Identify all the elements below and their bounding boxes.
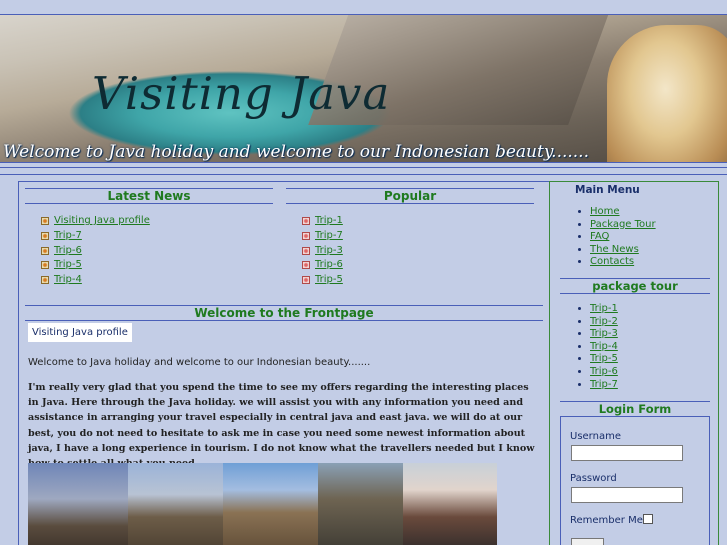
latest-news-box: Latest News Visiting Java profile Trip-7…: [25, 188, 273, 288]
menu-link-faq[interactable]: FAQ: [590, 231, 609, 242]
menu-item: Trip-2: [590, 316, 618, 329]
bullet-icon: [41, 231, 49, 240]
main-menu-list: Home Package Tour FAQ The News Contacts: [578, 206, 656, 269]
menu-item: Home: [590, 206, 656, 219]
list-item: Trip-6: [41, 244, 273, 259]
menu-item: The News: [590, 244, 656, 257]
bullet-icon: [41, 217, 49, 225]
package-link-trip-2[interactable]: Trip-2: [590, 316, 618, 327]
popular-heading: Popular: [286, 188, 534, 204]
news-link-trip-6[interactable]: Trip-6: [54, 245, 82, 256]
list-item: Trip-6: [302, 258, 534, 273]
photo-becak-street: [318, 463, 403, 545]
news-link-trip-7[interactable]: Trip-7: [54, 230, 82, 241]
menu-item: Trip-1: [590, 303, 618, 316]
menu-item: Trip-7: [590, 379, 618, 392]
list-item: Trip-5: [41, 258, 273, 273]
package-tour-heading: package tour: [560, 278, 710, 294]
latest-news-heading: Latest News: [25, 188, 273, 204]
bullet-icon: [41, 276, 49, 285]
menu-item: Trip-3: [590, 328, 618, 341]
list-item: Trip-1: [302, 214, 534, 229]
password-field[interactable]: [571, 487, 683, 503]
bullet-icon: [41, 261, 49, 270]
divider: [0, 174, 727, 175]
login-form: Username Password Remember Me: [560, 417, 710, 545]
site-title: Visiting Java: [92, 67, 391, 120]
list-item: Trip-7: [41, 229, 273, 244]
popular-link-trip-5[interactable]: Trip-5: [315, 274, 343, 285]
package-tour-list: Trip-1 Trip-2 Trip-3 Trip-4 Trip-5 Trip-…: [578, 303, 618, 391]
news-link-visiting-java-profile[interactable]: Visiting Java profile: [54, 215, 150, 226]
package-link-trip-4[interactable]: Trip-4: [590, 341, 618, 352]
right-sidebar: Main Menu Home Package Tour FAQ The News…: [549, 181, 719, 545]
bullet-icon: [302, 217, 310, 225]
divider: [0, 167, 727, 168]
list-item: Trip-4: [41, 273, 273, 288]
bullet-icon: [302, 261, 310, 270]
latest-news-list: Visiting Java profile Trip-7 Trip-6 Trip…: [25, 214, 273, 288]
menu-link-package-tour[interactable]: Package Tour: [590, 219, 656, 230]
menu-link-the-news[interactable]: The News: [590, 244, 639, 255]
photo-borobudur-stupas: [128, 463, 223, 545]
article-tab[interactable]: Visiting Java profile: [28, 323, 132, 342]
menu-link-home[interactable]: Home: [590, 206, 620, 217]
username-field[interactable]: [571, 445, 683, 461]
list-item: Trip-5: [302, 273, 534, 288]
menu-item: Contacts: [590, 256, 656, 269]
list-item: Trip-3: [302, 244, 534, 259]
popular-link-trip-3[interactable]: Trip-3: [315, 245, 343, 256]
menu-item: Package Tour: [590, 219, 656, 232]
news-link-trip-4[interactable]: Trip-4: [54, 274, 82, 285]
main-menu-heading: Main Menu: [575, 184, 640, 196]
package-link-trip-1[interactable]: Trip-1: [590, 303, 618, 314]
popular-link-trip-6[interactable]: Trip-6: [315, 259, 343, 270]
bullet-icon: [302, 231, 310, 240]
photo-bromo-volcano: [28, 463, 128, 545]
remember-me-checkbox[interactable]: [643, 514, 653, 524]
popular-box: Popular Trip-1 Trip-7 Trip-3 Trip-6 Trip…: [286, 188, 534, 288]
bullet-icon: [41, 246, 49, 255]
photo-borobudur-visitors: [223, 463, 318, 545]
menu-item: Trip-6: [590, 366, 618, 379]
package-link-trip-3[interactable]: Trip-3: [590, 328, 618, 339]
site-tagline: Welcome to Java holiday and welcome to o…: [3, 142, 589, 162]
popular-list: Trip-1 Trip-7 Trip-3 Trip-6 Trip-5: [286, 214, 534, 288]
news-link-trip-5[interactable]: Trip-5: [54, 259, 82, 270]
login-form-heading: Login Form: [560, 401, 710, 417]
package-link-trip-6[interactable]: Trip-6: [590, 366, 618, 377]
article-heading: Welcome to the Frontpage: [25, 305, 543, 321]
menu-item: Trip-4: [590, 341, 618, 354]
remember-me-label: Remember Me: [570, 515, 643, 526]
password-label: Password: [570, 473, 617, 484]
list-item: Trip-7: [302, 229, 534, 244]
package-link-trip-5[interactable]: Trip-5: [590, 353, 618, 364]
popular-link-trip-1[interactable]: Trip-1: [315, 215, 343, 226]
popular-link-trip-7[interactable]: Trip-7: [315, 230, 343, 241]
menu-link-contacts[interactable]: Contacts: [590, 256, 634, 267]
header-banner: Visiting Java Welcome to Java holiday an…: [0, 14, 727, 163]
article-intro: Welcome to Java holiday and welcome to o…: [28, 357, 371, 368]
package-link-trip-7[interactable]: Trip-7: [590, 379, 618, 390]
username-label: Username: [570, 431, 621, 442]
bullet-icon: [302, 246, 310, 255]
photo-strip: [28, 463, 497, 545]
menu-item: Trip-5: [590, 353, 618, 366]
banner-woman-portrait: [607, 25, 727, 162]
list-item: Visiting Java profile: [41, 214, 273, 229]
login-button[interactable]: [571, 538, 604, 545]
menu-item: FAQ: [590, 231, 656, 244]
bullet-icon: [302, 276, 310, 285]
photo-tour-group: [403, 463, 497, 545]
article-body: I'm really very glad that you spend the …: [28, 382, 535, 469]
main-content: Latest News Visiting Java profile Trip-7…: [18, 181, 549, 545]
